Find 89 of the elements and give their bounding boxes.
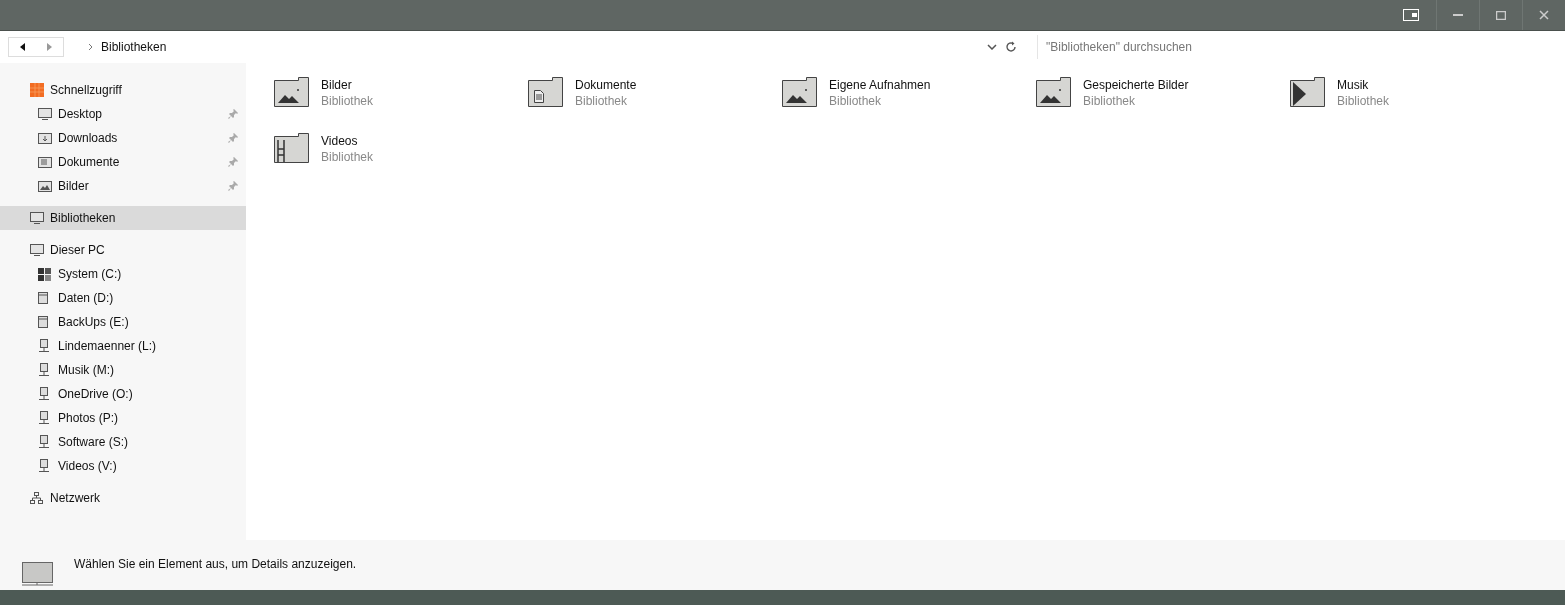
network-drive-icon [38,435,50,449]
sidebar-item[interactable]: Dieser PC [0,238,246,262]
tile-icon [30,83,44,97]
sidebar-label: Software (S:) [58,434,130,451]
library-item[interactable]: Gespeicherte Bilder Bibliothek [1036,77,1276,109]
network-drive-icon [38,387,50,401]
sidebar-label: Bilder [58,178,90,195]
sidebar-label: Photos (P:) [58,410,120,427]
chevron-icon [88,43,93,51]
refresh-icon [1005,41,1017,53]
picture-library-icon [1036,77,1071,107]
sidebar-label: Daten (D:) [58,290,115,307]
sidebar-item[interactable]: OneDrive (O:) [0,382,246,406]
sidebar-label: Videos (V:) [58,458,118,475]
details-message: Wählen Sie ein Element aus, um Details anzuzeigen. [74,556,357,573]
download-folder-icon [38,132,52,144]
sidebar-label: Netzwerk [50,490,101,507]
library-item[interactable]: Musik Bibliothek [1290,77,1530,109]
library-item[interactable]: Eigene Aufnahmen Bibliothek [782,77,1022,109]
network-drive-icon [38,411,50,425]
monitor-icon [30,244,44,256]
monitor-icon [38,108,52,120]
sidebar-label: Dieser PC [50,242,106,259]
address-bar[interactable]: Bibliotheken [84,35,1017,59]
document-folder-icon [38,156,52,168]
picture-library-icon [782,77,817,107]
address-path: Bibliotheken [101,39,167,56]
library-type: Bibliothek [1337,93,1390,109]
sidebar-item[interactable]: Software (S:) [0,430,246,454]
sidebar-label: Desktop [58,106,104,123]
library-type: Bibliothek [575,93,629,109]
sidebar-item[interactable]: Videos (V:) [0,454,246,478]
document-library-icon [528,77,563,107]
sidebar-label: Downloads [58,130,119,147]
sidebar-label: System (C:) [58,266,123,283]
sidebar-label: OneDrive (O:) [58,386,134,403]
library-name: Eigene Aufnahmen [829,77,931,93]
library-item[interactable]: Bilder Bibliothek [274,77,514,109]
sidebar-label: BackUps (E:) [58,314,130,331]
library-type: Bibliothek [321,93,374,109]
monitor-icon [22,562,53,586]
library-type: Bibliothek [1083,93,1137,109]
library-type: Bibliothek [829,93,883,109]
sidebar-item[interactable]: Photos (P:) [0,406,246,430]
picture-folder-icon [38,180,52,192]
maximize-icon [1496,10,1506,20]
sidebar-item[interactable]: Netzwerk [0,486,246,510]
sidebar-label: Schnellzugriff [50,82,123,99]
library-name: Videos [321,133,359,149]
dropdown-caret-icon [987,44,997,50]
library-name: Musik [1337,77,1370,93]
sidebar-item[interactable]: Schnellzugriff [0,78,246,102]
windows-drive-icon [38,267,51,281]
left-arrow-icon [20,43,25,51]
right-arrow-icon [47,43,52,51]
library-name: Gespeicherte Bilder [1083,77,1189,93]
minimize-icon [1453,14,1463,16]
monitor-icon [30,212,44,224]
sidebar-label: Musik (M:) [58,362,115,379]
picture-library-icon [274,77,309,107]
library-name: Dokumente [575,77,637,93]
library-type: Bibliothek [321,149,374,165]
drive-icon [38,316,48,328]
film-library-icon [274,133,309,163]
sidebar-item[interactable]: Musik (M:) [0,358,246,382]
network-icon [30,492,43,504]
sidebar-item[interactable]: Downloads [0,126,246,150]
sidebar-item[interactable]: System (C:) [0,262,246,286]
sidebar-label: Lindemaenner (L:) [58,338,158,355]
close-icon [1539,10,1549,20]
search-field[interactable]: "Bibliotheken" durchsuchen [1037,35,1557,59]
library-name: Bilder [321,77,353,93]
window-icon [1403,9,1419,21]
sidebar-item[interactable]: Dokumente [0,150,246,174]
sidebar-item[interactable]: Desktop [0,102,246,126]
sidebar-item[interactable]: Daten (D:) [0,286,246,310]
sidebar-item[interactable]: Bilder [0,174,246,198]
library-item[interactable]: Dokumente Bibliothek [528,77,768,109]
sidebar-item[interactable]: Lindemaenner (L:) [0,334,246,358]
network-drive-icon [38,363,50,377]
network-drive-icon [38,459,50,473]
play-library-icon [1290,77,1325,107]
network-drive-icon [38,339,50,353]
sidebar-label: Bibliotheken [50,210,117,227]
sidebar-item[interactable]: Bibliotheken [0,206,246,230]
sidebar-label: Dokumente [58,154,121,171]
library-item[interactable]: Videos Bibliothek [274,133,514,165]
drive-icon [38,292,48,304]
sidebar-item[interactable]: BackUps (E:) [0,310,246,334]
